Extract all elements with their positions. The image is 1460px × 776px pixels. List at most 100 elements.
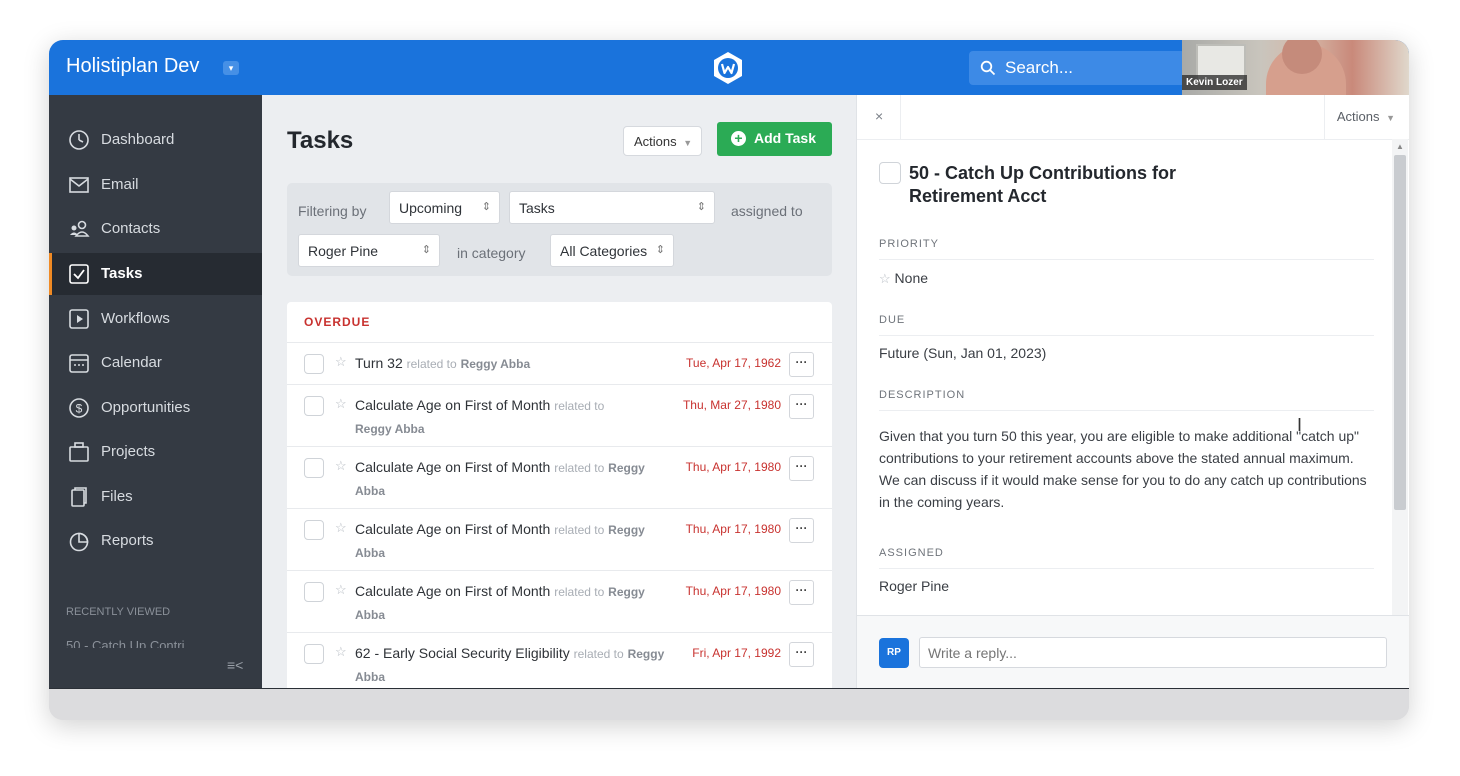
reports-icon bbox=[69, 532, 89, 552]
assigned-value[interactable]: Roger Pine bbox=[879, 578, 949, 594]
task-checkbox[interactable] bbox=[304, 458, 324, 478]
star-icon: ☆ bbox=[879, 271, 891, 286]
sidebar-item-label: Workflows bbox=[101, 310, 170, 327]
task-row[interactable]: ☆ Calculate Age on First of Month relate… bbox=[287, 508, 832, 570]
description-text[interactable]: Given that you turn 50 this year, you ar… bbox=[879, 425, 1374, 513]
star-icon[interactable]: ☆ bbox=[335, 354, 347, 370]
workflows-icon bbox=[69, 309, 89, 329]
task-checkbox[interactable] bbox=[304, 354, 324, 374]
filtering-by-label: Filtering by bbox=[298, 203, 367, 219]
sidebar-item-tasks[interactable]: Tasks bbox=[49, 253, 262, 295]
task-checkbox[interactable] bbox=[304, 644, 324, 664]
files-icon bbox=[71, 487, 87, 507]
app-switcher-chevron-icon[interactable]: ▾ bbox=[223, 61, 239, 75]
star-icon[interactable]: ☆ bbox=[335, 520, 347, 536]
more-options-button[interactable]: ··· bbox=[789, 394, 814, 419]
sidebar-item-opportunities[interactable]: $ Opportunities bbox=[49, 387, 262, 429]
sidebar-item-label: Tasks bbox=[101, 265, 143, 282]
sidebar-item-label: Files bbox=[101, 488, 133, 505]
due-value[interactable]: Future (Sun, Jan 01, 2023) bbox=[879, 345, 1046, 361]
app-title[interactable]: Holistiplan Dev bbox=[66, 55, 199, 78]
select-arrows-icon: ⇕ bbox=[655, 244, 665, 256]
description-label: DESCRIPTION bbox=[879, 389, 966, 401]
star-icon[interactable]: ☆ bbox=[335, 644, 347, 660]
task-detail-title[interactable]: 50 - Catch Up Contributions for Retireme… bbox=[909, 162, 1239, 208]
plus-circle-icon: + bbox=[731, 131, 746, 146]
due-label: DUE bbox=[879, 314, 906, 326]
scroll-up-icon[interactable]: ▲ bbox=[1396, 142, 1404, 151]
task-checkbox[interactable] bbox=[304, 520, 324, 540]
task-complete-checkbox[interactable] bbox=[879, 162, 901, 184]
task-checkbox[interactable] bbox=[304, 396, 324, 416]
type-select[interactable]: Tasks ⇕ bbox=[509, 191, 715, 224]
task-title[interactable]: Calculate Age on First of Month related … bbox=[355, 580, 673, 626]
more-options-button[interactable]: ··· bbox=[789, 580, 814, 605]
task-row[interactable]: ☆ Calculate Age on First of Month relate… bbox=[287, 446, 832, 508]
collapse-sidebar-icon[interactable]: ≡< bbox=[227, 657, 243, 673]
sidebar-item-contacts[interactable]: Contacts bbox=[49, 208, 262, 250]
task-checkbox[interactable] bbox=[304, 582, 324, 602]
actions-button[interactable]: Actions ▼ bbox=[623, 126, 702, 156]
category-value: All Categories bbox=[560, 243, 648, 259]
detail-actions-button[interactable]: Actions ▼ bbox=[1337, 109, 1395, 124]
sidebar-item-reports[interactable]: Reports bbox=[49, 520, 262, 562]
task-title[interactable]: Calculate Age on First of Month related … bbox=[355, 394, 635, 440]
add-task-button[interactable]: + Add Task bbox=[717, 122, 832, 156]
overdue-heading: OVERDUE bbox=[304, 315, 371, 329]
priority-value[interactable]: ☆ None bbox=[879, 270, 928, 287]
assigned-to-label: assigned to bbox=[731, 203, 803, 219]
sidebar-item-email[interactable]: Email bbox=[49, 164, 262, 206]
wealthbox-logo-icon[interactable] bbox=[710, 50, 746, 86]
sidebar-item-projects[interactable]: Projects bbox=[49, 431, 262, 473]
more-options-button[interactable]: ··· bbox=[789, 518, 814, 543]
sidebar-item-label: Projects bbox=[101, 443, 156, 460]
more-options-button[interactable]: ··· bbox=[789, 642, 814, 667]
task-row[interactable]: ☆ 62 - Early Social Security Eligibility… bbox=[287, 632, 832, 688]
close-icon[interactable]: × bbox=[875, 108, 883, 124]
search-input[interactable]: Search... bbox=[969, 51, 1185, 85]
when-select[interactable]: Upcoming ⇕ bbox=[389, 191, 500, 224]
type-value: Tasks bbox=[519, 200, 555, 216]
sidebar-item-dashboard[interactable]: Dashboard bbox=[49, 119, 262, 161]
scroll-thumb[interactable] bbox=[1394, 155, 1406, 510]
task-title[interactable]: Calculate Age on First of Month related … bbox=[355, 518, 673, 564]
divider bbox=[857, 139, 1409, 140]
filter-box: Filtering by Upcoming ⇕ Tasks ⇕ assigned… bbox=[287, 183, 832, 276]
avatar: RP bbox=[879, 638, 909, 668]
recent-item[interactable]: 50 - Catch Up Contri bbox=[66, 638, 246, 648]
sidebar: Dashboard Email Contacts Tasks Workflows… bbox=[49, 95, 262, 688]
task-title[interactable]: 62 - Early Social Security Eligibility r… bbox=[355, 642, 665, 688]
video-call-thumbnail: Kevin Lozer bbox=[1182, 40, 1409, 95]
tasks-panel: Tasks Actions ▼ + Add Task Filtering by … bbox=[262, 95, 856, 688]
task-row[interactable]: ☆ Turn 32 related to Reggy Abba Tue, Apr… bbox=[287, 342, 832, 384]
star-icon[interactable]: ☆ bbox=[335, 396, 347, 412]
task-list: OVERDUE ☆ Turn 32 related to Reggy Abba … bbox=[287, 302, 832, 688]
svg-text:$: $ bbox=[76, 402, 83, 416]
more-options-button[interactable]: ··· bbox=[789, 352, 814, 377]
sidebar-item-workflows[interactable]: Workflows bbox=[49, 298, 262, 340]
email-icon bbox=[69, 177, 89, 193]
sidebar-item-files[interactable]: Files bbox=[49, 476, 262, 518]
bottom-strip bbox=[49, 688, 1409, 720]
actions-label: Actions bbox=[634, 134, 677, 149]
reply-input[interactable] bbox=[919, 637, 1387, 668]
task-title[interactable]: Turn 32 related to Reggy Abba bbox=[355, 352, 530, 375]
opportunities-icon: $ bbox=[69, 398, 89, 418]
select-arrows-icon: ⇕ bbox=[421, 244, 431, 256]
divider bbox=[1324, 95, 1325, 139]
star-icon[interactable]: ☆ bbox=[335, 458, 347, 474]
more-options-button[interactable]: ··· bbox=[789, 456, 814, 481]
star-icon[interactable]: ☆ bbox=[335, 582, 347, 598]
scrollbar[interactable]: ▲ bbox=[1392, 139, 1408, 615]
task-detail-panel: × Actions ▼ 50 - Catch Up Contributions … bbox=[856, 95, 1409, 688]
assignee-select[interactable]: Roger Pine ⇕ bbox=[298, 234, 440, 267]
text-cursor-icon: I bbox=[1297, 415, 1303, 435]
task-title[interactable]: Calculate Age on First of Month related … bbox=[355, 456, 673, 502]
task-row[interactable]: ☆ Calculate Age on First of Month relate… bbox=[287, 384, 832, 446]
task-due-date: Thu, Mar 27, 1980 bbox=[682, 398, 781, 412]
task-row[interactable]: ☆ Calculate Age on First of Month relate… bbox=[287, 570, 832, 632]
sidebar-item-calendar[interactable]: Calendar bbox=[49, 342, 262, 384]
task-due-date: Thu, Apr 17, 1980 bbox=[685, 460, 781, 474]
category-select[interactable]: All Categories ⇕ bbox=[550, 234, 674, 267]
task-due-date: Fri, Apr 17, 1992 bbox=[692, 646, 781, 660]
